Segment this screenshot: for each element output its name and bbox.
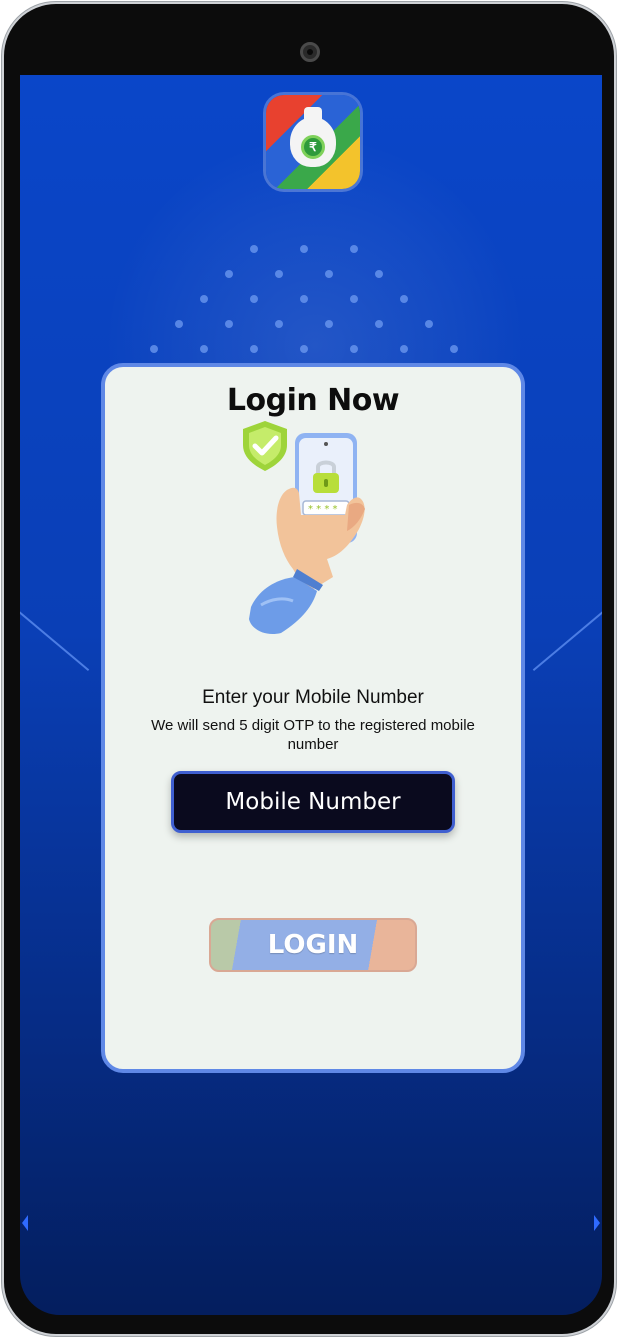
phone-frame: ₹ Login Now * * * * Enter your Mobile Nu… — [4, 4, 614, 1334]
decorative-dots — [150, 245, 470, 355]
login-card: Login Now * * * * Enter your Mobile Numb… — [101, 363, 525, 1073]
money-bag-rupee-icon: ₹ — [266, 95, 360, 189]
hand-holding-phone-lock-icon: * * * * — [243, 421, 365, 635]
right-edge-arrow-icon — [594, 1215, 600, 1231]
front-camera — [300, 42, 320, 62]
page-title: Login Now — [226, 383, 400, 418]
app-screen: ₹ Login Now * * * * Enter your Mobile Nu… — [20, 75, 602, 1315]
login-button-label: LOGIN — [267, 930, 359, 960]
decorative-line-right — [532, 605, 602, 672]
shield-check-icon — [243, 421, 287, 471]
otp-hint-text: We will send 5 digit OTP to the register… — [151, 717, 475, 753]
left-edge-arrow-icon — [22, 1215, 28, 1231]
enter-mobile-label: Enter your Mobile Number — [202, 687, 424, 708]
decorative-line-left — [20, 605, 90, 672]
svg-text:* * * *: * * * * — [308, 504, 338, 515]
login-button[interactable]: LOGIN — [209, 918, 417, 972]
mobile-number-input[interactable]: Mobile Number — [171, 771, 455, 833]
